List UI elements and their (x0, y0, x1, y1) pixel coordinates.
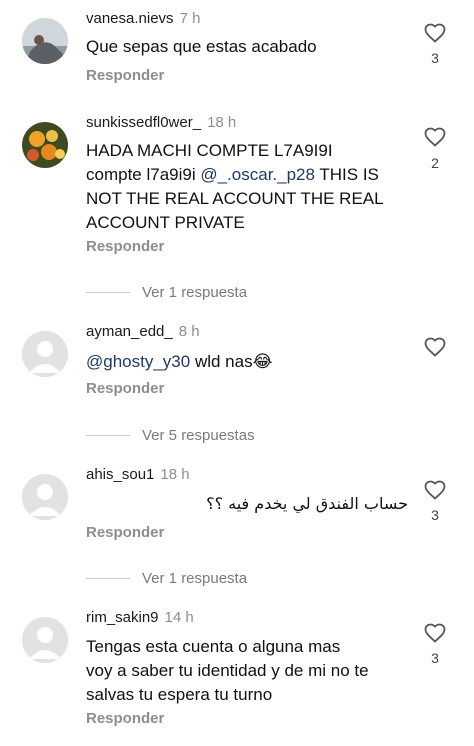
view-replies-label[interactable]: Ver 1 respuesta (142, 570, 247, 587)
divider (86, 577, 130, 579)
reply-button[interactable]: Responder (86, 67, 164, 84)
comment-text: HADA MACHI COMPTE L7A9I9I compte l7a9i9i… (86, 139, 416, 235)
like-count: 3 (431, 650, 439, 666)
view-replies-label[interactable]: Ver 5 respuestas (142, 427, 255, 444)
comment-text-line: wld nas😂 (190, 352, 273, 371)
avatar[interactable] (22, 122, 68, 168)
avatar[interactable] (22, 18, 68, 64)
reply-button[interactable]: Responder (86, 524, 164, 541)
comment-time: 18 h (160, 466, 190, 483)
view-replies-button[interactable]: Ver 5 respuestas (86, 425, 255, 445)
comment-text-line: salvas tu espera tu turno (86, 685, 273, 704)
view-replies-button[interactable]: Ver 1 respuesta (86, 568, 247, 588)
comment-username[interactable]: rim_sakin9 (86, 609, 159, 626)
divider (86, 434, 130, 436)
comment-username[interactable]: ayman_edd_ (86, 323, 173, 340)
heart-outline-icon[interactable] (423, 478, 447, 502)
reply-button[interactable]: Responder (86, 238, 164, 255)
comment-text-line: compte l7a9i9i (86, 165, 201, 184)
comment-text-line: Tengas esta cuenta o alguna mas (86, 637, 341, 656)
view-replies-label[interactable]: Ver 1 respuesta (142, 284, 247, 301)
comment-time: 18 h (207, 114, 237, 131)
comment-time: 7 h (179, 10, 201, 27)
comment-time: 14 h (164, 609, 194, 626)
like-count: 3 (431, 50, 439, 66)
heart-outline-icon[interactable] (423, 125, 447, 149)
default-user-icon[interactable] (22, 617, 68, 663)
comment-text: Que sepas que estas acabado (86, 37, 317, 56)
comment-text: Tengas esta cuenta o alguna mas voy a sa… (86, 635, 416, 707)
heart-outline-icon[interactable] (423, 21, 447, 45)
comment-username[interactable]: ahis_sou1 (86, 466, 154, 483)
default-user-icon[interactable] (22, 331, 68, 377)
mention-link[interactable]: @ghosty_y30 (86, 352, 190, 371)
comment-text-line: THIS IS (314, 165, 379, 184)
comment-text-line: NOT THE REAL ACCOUNT THE REAL (86, 189, 384, 208)
like-count: 3 (431, 507, 439, 523)
reply-button[interactable]: Responder (86, 380, 164, 397)
view-replies-button[interactable]: Ver 1 respuesta (86, 282, 247, 302)
default-user-icon[interactable] (22, 474, 68, 520)
heart-outline-icon[interactable] (423, 621, 447, 645)
comment-text-line: HADA MACHI COMPTE L7A9I9I (86, 141, 333, 160)
heart-outline-icon[interactable] (423, 335, 447, 359)
comment-text-line: ACCOUNT PRIVATE (86, 213, 245, 232)
divider (86, 291, 130, 293)
comment-text: @ghosty_y30 wld nas😂 (86, 350, 416, 374)
comment-username[interactable]: sunkissedfl0wer_ (86, 114, 201, 131)
comment-text: حساب الفندق لي يخدم فيه ؟؟ (206, 494, 408, 513)
comment-text-line: voy a saber tu identidad y de mi no te (86, 661, 369, 680)
mention-link[interactable]: @_.oscar._p28 (200, 165, 315, 184)
comment-time: 8 h (178, 323, 200, 340)
like-count: 2 (431, 155, 439, 171)
comment-username[interactable]: vanesa.nievs (86, 10, 174, 27)
reply-button[interactable]: Responder (86, 710, 164, 727)
